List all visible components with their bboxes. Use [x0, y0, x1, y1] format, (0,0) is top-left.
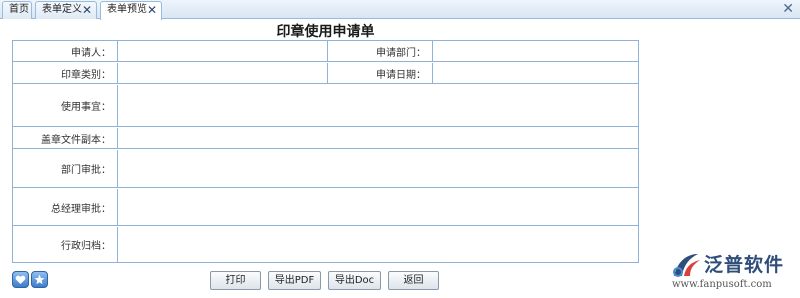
back-button[interactable]: 返回: [388, 271, 439, 290]
usage-matter-label: 使用事宜：: [13, 85, 117, 126]
form-row: 部门审批：: [13, 150, 638, 188]
form-row: 申请人： 申请部门：: [13, 41, 638, 62]
form-row: 盖章文件副本：: [13, 128, 638, 149]
export-doc-button[interactable]: 导出Doc: [328, 271, 381, 290]
application-form: 申请人： 申请部门： 印章类别： 申请日期： 使用事宜： 盖章文件副本： 部门审…: [12, 40, 639, 263]
dept-approval-label: 部门审批：: [13, 150, 117, 187]
apply-date-field[interactable]: [432, 63, 638, 83]
form-title: 印章使用申请单: [276, 24, 375, 40]
logo-name: 泛普软件: [704, 254, 785, 276]
brand-logo: 泛普软件 www.fanpusoft.com: [668, 248, 798, 296]
window-close-icon[interactable]: ✕: [782, 0, 794, 18]
tab-home[interactable]: 首页: [2, 1, 32, 19]
applicant-label: 申请人：: [13, 41, 117, 61]
seal-type-label: 印章类别：: [13, 63, 117, 83]
department-label: 申请部门：: [328, 41, 432, 61]
star-icon[interactable]: [31, 271, 48, 288]
stamped-copy-label: 盖章文件副本：: [13, 128, 117, 148]
form-row: 使用事宜：: [13, 85, 638, 127]
tab-label: 表单预览: [107, 4, 147, 15]
usage-matter-field[interactable]: [117, 85, 638, 126]
gm-approval-field[interactable]: [117, 189, 638, 225]
gm-approval-label: 总经理审批：: [13, 189, 117, 225]
logo-url: www.fanpusoft.com: [672, 279, 772, 290]
tab-form-definition[interactable]: 表单定义 ✕: [35, 1, 97, 19]
tab-form-preview[interactable]: 表单预览 ✕: [100, 1, 162, 20]
dept-approval-field[interactable]: [117, 150, 638, 187]
tab-label: 首页: [9, 4, 29, 15]
tab-bar: 首页 表单定义 ✕ 表单预览 ✕ ✕: [0, 0, 800, 20]
form-row: 总经理审批：: [13, 189, 638, 226]
seal-type-field[interactable]: [117, 63, 327, 83]
heart-icon[interactable]: [12, 271, 29, 288]
form-row: 行政归档：: [13, 227, 638, 262]
applicant-field[interactable]: [117, 41, 327, 61]
apply-date-label: 申请日期：: [328, 63, 432, 83]
close-icon[interactable]: ✕: [82, 2, 92, 18]
admin-archive-label: 行政归档：: [13, 227, 117, 262]
stamped-copy-field[interactable]: [117, 128, 638, 148]
tab-label: 表单定义: [42, 4, 82, 15]
logo-icon: [673, 254, 700, 277]
admin-archive-field[interactable]: [117, 227, 638, 262]
print-button[interactable]: 打印: [210, 271, 261, 290]
close-icon[interactable]: ✕: [147, 2, 157, 18]
form-row: 印章类别： 申请日期：: [13, 63, 638, 84]
heart-icon-glyph: [15, 275, 26, 284]
star-icon-glyph: [34, 274, 45, 285]
export-pdf-button[interactable]: 导出PDF: [268, 271, 321, 290]
department-field[interactable]: [432, 41, 638, 61]
